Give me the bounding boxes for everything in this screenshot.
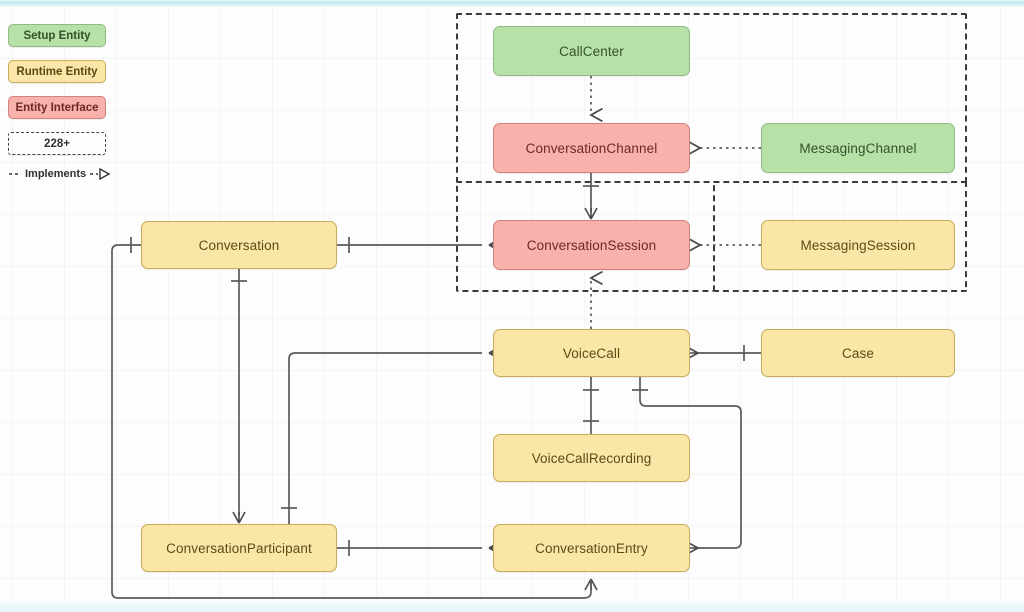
entity-label: VoiceCallRecording <box>531 450 652 466</box>
entity-label: ConversationSession <box>526 237 657 253</box>
entity-conversationparticipant[interactable]: ConversationParticipant <box>141 524 337 572</box>
entity-conversationsession[interactable]: ConversationSession <box>493 220 690 270</box>
legend-label: 228+ <box>44 137 70 150</box>
entity-label: Case <box>842 345 874 361</box>
entity-label: ConversationChannel <box>525 140 658 156</box>
er-diagram-canvas: ConversationChannel : implements (dotted… <box>0 0 1024 612</box>
entity-voicecall[interactable]: VoiceCall <box>493 329 690 377</box>
legend-label: Setup Entity <box>23 29 91 42</box>
entity-label: Conversation <box>198 237 280 253</box>
entity-label: MessagingSession <box>800 237 916 253</box>
entity-conversationchannel[interactable]: ConversationChannel <box>493 123 690 173</box>
legend-label: Entity Interface <box>15 101 99 114</box>
entity-messagingsession[interactable]: MessagingSession <box>761 220 955 270</box>
legend-item-entity-interface: Entity Interface <box>8 96 106 119</box>
entity-voicecallrecording[interactable]: VoiceCallRecording <box>493 434 690 482</box>
entity-label: ConversationEntry <box>535 540 648 556</box>
legend-item-group-count: 228+ <box>8 132 106 155</box>
entity-conversation[interactable]: Conversation <box>141 221 337 269</box>
entity-callcenter[interactable]: CallCenter <box>493 26 690 76</box>
legend-item-runtime-entity: Runtime Entity <box>8 60 106 83</box>
entity-case[interactable]: Case <box>761 329 955 377</box>
entity-conversationentry[interactable]: ConversationEntry <box>493 524 690 572</box>
entity-label: MessagingChannel <box>799 140 917 156</box>
legend-item-setup-entity: Setup Entity <box>8 24 106 47</box>
entity-label: ConversationParticipant <box>166 540 312 556</box>
implements-arrow-icon <box>90 168 111 180</box>
entity-label: VoiceCall <box>562 345 621 361</box>
entity-messagingchannel[interactable]: MessagingChannel <box>761 123 955 173</box>
legend-item-implements: Implements <box>8 168 138 180</box>
legend: Setup Entity Runtime Entity Entity Inter… <box>8 24 138 180</box>
legend-label: Implements <box>25 168 87 180</box>
relationship-wires: ConversationChannel : implements (dotted… <box>111 76 761 599</box>
dashed-line-icon <box>9 173 21 175</box>
legend-label: Runtime Entity <box>16 65 98 78</box>
entity-label: CallCenter <box>559 43 624 59</box>
